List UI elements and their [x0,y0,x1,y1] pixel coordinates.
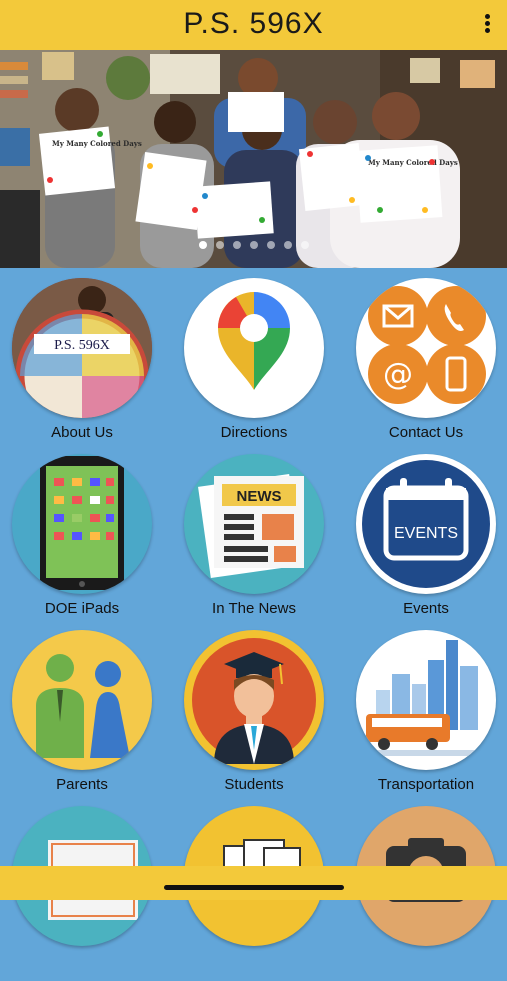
tile-label: Contact Us [388,424,464,441]
carousel-dot[interactable] [249,241,258,249]
calendar-icon: EVENTS [356,454,496,594]
tile-label: Parents [56,776,108,793]
carousel-dots[interactable] [0,241,507,251]
tile-about-us[interactable]: P.S. 596X About Us [7,278,157,453]
tile-label: About Us [51,424,113,441]
tile-label: In The News [212,600,296,617]
school-sign-text: P.S. 596X [54,338,110,353]
home-indicator[interactable] [164,885,344,890]
carousel-dot[interactable] [198,241,207,249]
carousel-dot[interactable] [300,241,309,249]
classroom-photo: My Many Colored Days My Many Colored Day… [0,50,507,268]
tile-directions[interactable]: Directions [179,278,329,453]
carousel-dot[interactable] [283,241,292,249]
tile-contact-us[interactable]: @ Contact Us [351,278,501,453]
sign-text-1: My Many Colored Days [52,139,142,148]
tile-events[interactable]: EVENTS Events [351,454,501,629]
bus-icon [356,630,496,770]
tile-transportation[interactable]: Transportation [351,630,501,805]
at-icon: @ [383,357,413,392]
map-pin-icon [184,278,324,418]
tablet-icon [12,454,152,594]
newspaper-icon: NEWS [184,454,324,594]
carousel-dot[interactable] [215,241,224,249]
app-title: P.S. 596X [183,7,324,40]
events-icon-text: EVENTS [394,525,458,542]
tile-in-the-news[interactable]: NEWS In The News [179,454,329,629]
bottom-bar [0,866,507,900]
carousel-dot[interactable] [232,241,241,249]
tile-label: Transportation [377,776,475,793]
tile-label: Events [403,600,449,617]
school-photo-icon: P.S. 596X [12,278,152,418]
tile-doe-ipads[interactable]: DOE iPads [7,454,157,629]
tile-label: Directions [220,424,288,441]
tile-label: DOE iPads [44,600,120,617]
news-heading: NEWS [237,488,282,505]
tile-students[interactable]: Students [179,630,329,805]
tile-label: Students [224,776,284,793]
app-header: P.S. 596X [0,0,507,50]
photo-carousel[interactable]: My Many Colored Days My Many Colored Day… [0,50,507,268]
carousel-dot[interactable] [266,241,275,249]
graduate-icon [184,630,324,770]
parents-icon [12,630,152,770]
tile-parents[interactable]: Parents [7,630,157,805]
contact-icons: @ [356,278,496,418]
more-vertical-icon[interactable] [481,14,493,38]
sign-text-2: My Many Colored Days [368,158,458,167]
